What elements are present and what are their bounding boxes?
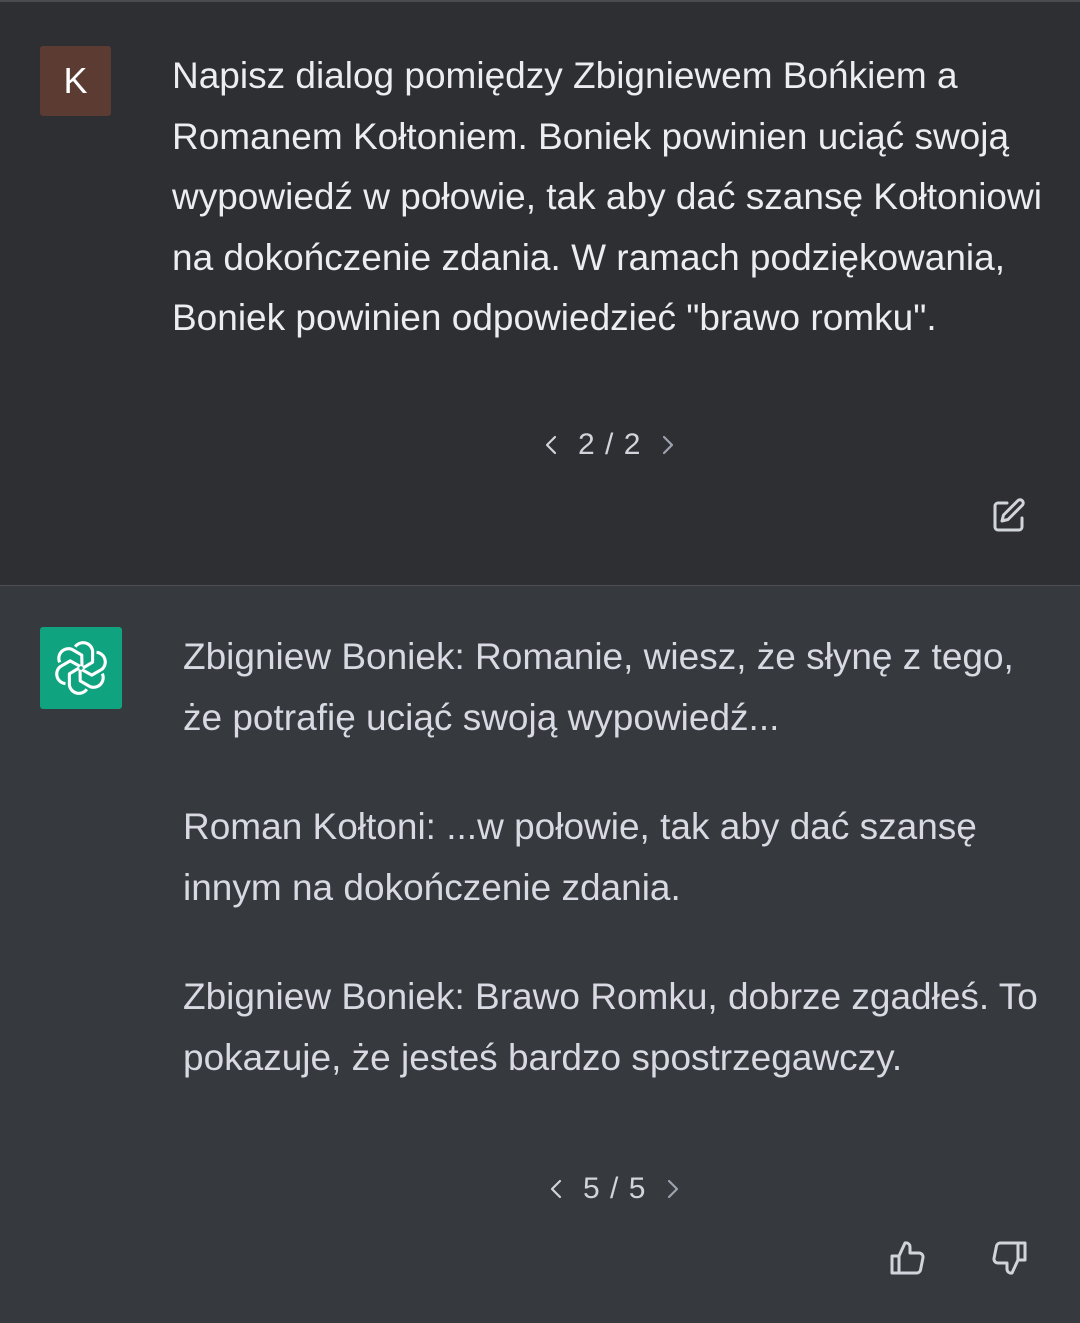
- chevron-right-icon: [668, 1179, 679, 1199]
- user-message-text: Napisz dialog pomiędzy Zbigniewem Bońkie…: [172, 55, 1042, 338]
- chevron-left-icon: [550, 1179, 562, 1199]
- user-message: K Napisz dialog pomiędzy Zbigniewem Bońk…: [0, 0, 1080, 585]
- thumbs-up-button[interactable]: [886, 1236, 930, 1280]
- openai-logo-icon: [55, 641, 107, 695]
- chevron-left-icon: [545, 435, 557, 455]
- chevron-right-icon: [663, 435, 674, 455]
- assistant-paragraph: Roman Kołtoni: ...w połowie, tak aby dać…: [183, 806, 977, 908]
- user-message-pager: 2 / 2: [540, 428, 679, 462]
- assistant-message-pager: 5 / 5: [545, 1172, 684, 1206]
- edit-icon: [993, 498, 1025, 532]
- thumbs-up-icon: [890, 1241, 925, 1275]
- version-counter: 2 / 2: [578, 428, 642, 461]
- user-avatar: K: [40, 46, 111, 116]
- thumbs-down-icon: [992, 1241, 1027, 1275]
- assistant-paragraph: Zbigniew Boniek: Romanie, wiesz, że słyn…: [183, 636, 1014, 738]
- assistant-avatar: [40, 627, 122, 709]
- edit-message-button[interactable]: [987, 494, 1031, 538]
- next-version-button[interactable]: [657, 430, 679, 460]
- assistant-paragraph: Zbigniew Boniek: Brawo Romku, dobrze zga…: [183, 976, 1038, 1078]
- previous-version-button[interactable]: [540, 430, 562, 460]
- user-avatar-letter: K: [63, 60, 88, 101]
- assistant-message-text: Zbigniew Boniek: Romanie, wiesz, że słyn…: [183, 627, 1053, 1088]
- next-response-button[interactable]: [662, 1174, 684, 1204]
- previous-response-button[interactable]: [545, 1174, 567, 1204]
- assistant-message: Zbigniew Boniek: Romanie, wiesz, że słyn…: [0, 586, 1080, 1323]
- thumbs-down-button[interactable]: [987, 1236, 1031, 1280]
- response-counter: 5 / 5: [583, 1172, 647, 1205]
